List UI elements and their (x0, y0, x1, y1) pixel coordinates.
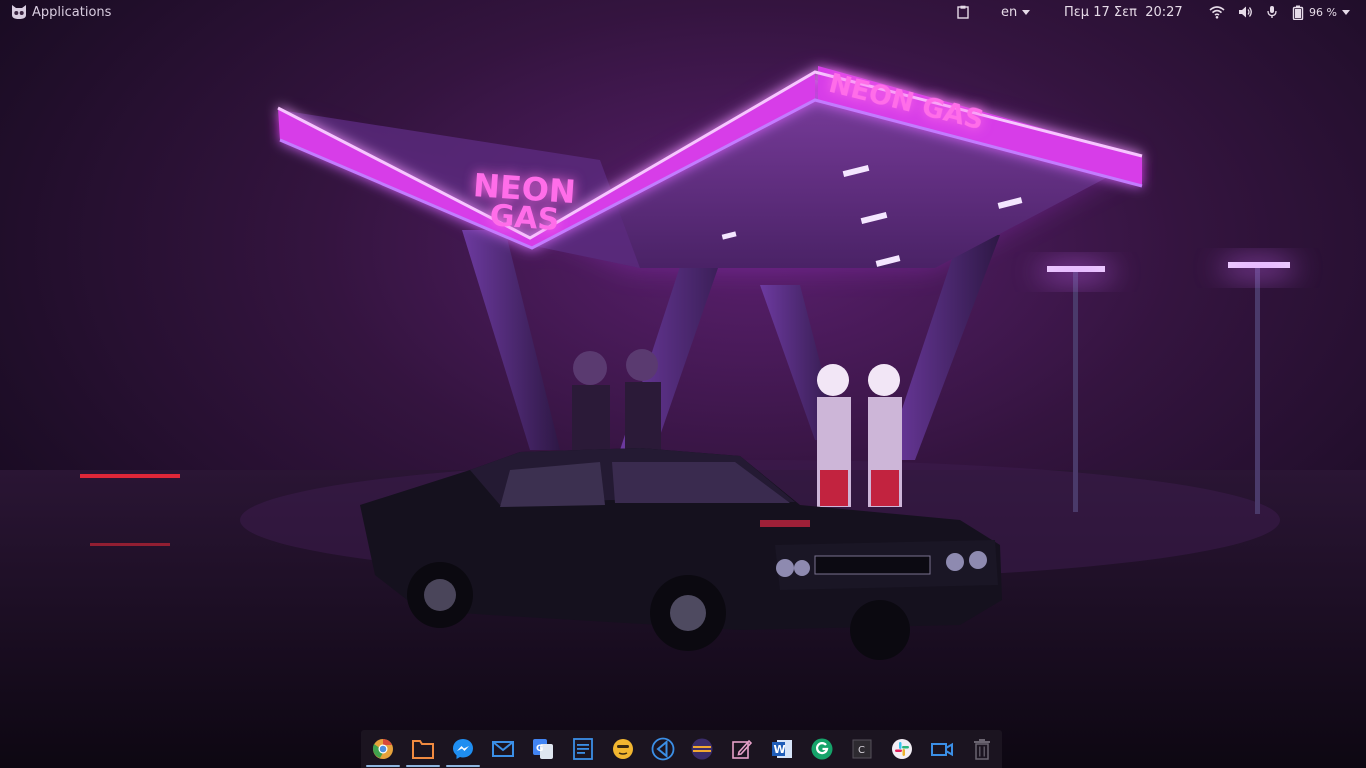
chevron-down-icon (1022, 9, 1031, 15)
folder-icon (411, 738, 435, 760)
trash-icon (973, 738, 991, 760)
volume-indicator[interactable] (1238, 2, 1252, 22)
neon-sign-text: GAS (489, 198, 561, 238)
notes-icon (572, 737, 594, 761)
microphone-indicator[interactable] (1266, 2, 1278, 22)
dock-item-chrome[interactable] (363, 730, 403, 768)
terminal-icon: C (852, 739, 872, 759)
clipboard-indicator[interactable] (956, 2, 970, 22)
dock-item-eclipse[interactable] (683, 730, 723, 768)
dock: G W C (361, 730, 1002, 768)
dock-item-vscode[interactable] (643, 730, 683, 768)
chevron-down-icon (1341, 9, 1350, 15)
dock-item-video[interactable] (922, 730, 962, 768)
clock[interactable]: Πεμ 17 Σεπ 20:27 (1064, 2, 1183, 22)
top-panel: Applications en Πεμ 17 Σεπ 20:27 96 % (0, 0, 1366, 24)
clipboard-icon (956, 5, 970, 19)
eclipse-icon (690, 737, 714, 761)
chrome-icon (371, 737, 395, 761)
desktop-wallpaper: NEON GAS NEON GAS (0, 0, 1366, 768)
emoji-icon (612, 738, 634, 760)
word-icon: W (770, 737, 794, 761)
translate-icon: G (531, 737, 555, 761)
dock-item-messenger[interactable] (443, 730, 483, 768)
dock-item-translate[interactable]: G (523, 730, 563, 768)
dock-item-trash[interactable] (962, 730, 1002, 768)
word-letter: W (774, 743, 786, 756)
battery-menu[interactable]: 96 % (1292, 2, 1350, 22)
applications-label: Applications (32, 4, 112, 20)
messenger-icon (451, 737, 475, 761)
language-label: en (1001, 4, 1018, 20)
applications-menu[interactable]: Applications (10, 2, 111, 22)
vscode-icon (651, 737, 675, 761)
date-time: Πεμ 17 Σεπ 20:27 (1064, 4, 1183, 20)
translate-letter: G (536, 744, 543, 754)
dock-item-emoji[interactable] (603, 730, 643, 768)
dock-item-mail[interactable] (483, 730, 523, 768)
wifi-icon (1209, 5, 1225, 19)
pencil-icon (731, 738, 753, 760)
keyboard-layout-selector[interactable]: en (1001, 2, 1031, 22)
video-camera-icon (930, 739, 954, 759)
grammarly-icon (810, 737, 834, 761)
speaker-icon (1238, 5, 1252, 19)
wifi-indicator[interactable] (1209, 2, 1225, 22)
slack-icon (891, 738, 913, 760)
terminal-letter: C (858, 745, 865, 756)
battery-icon (1292, 5, 1304, 20)
mail-icon (491, 739, 515, 759)
dock-item-slack[interactable] (882, 730, 922, 768)
microphone-icon (1266, 5, 1278, 19)
dock-item-files[interactable] (403, 730, 443, 768)
dock-item-terminal[interactable]: C (842, 730, 882, 768)
dock-item-grammarly[interactable] (802, 730, 842, 768)
cat-logo-icon (10, 4, 28, 20)
dock-item-word[interactable]: W (762, 730, 802, 768)
dock-item-notes[interactable] (563, 730, 603, 768)
battery-percentage: 96 % (1309, 5, 1337, 19)
dock-item-text-editor[interactable] (722, 730, 762, 768)
